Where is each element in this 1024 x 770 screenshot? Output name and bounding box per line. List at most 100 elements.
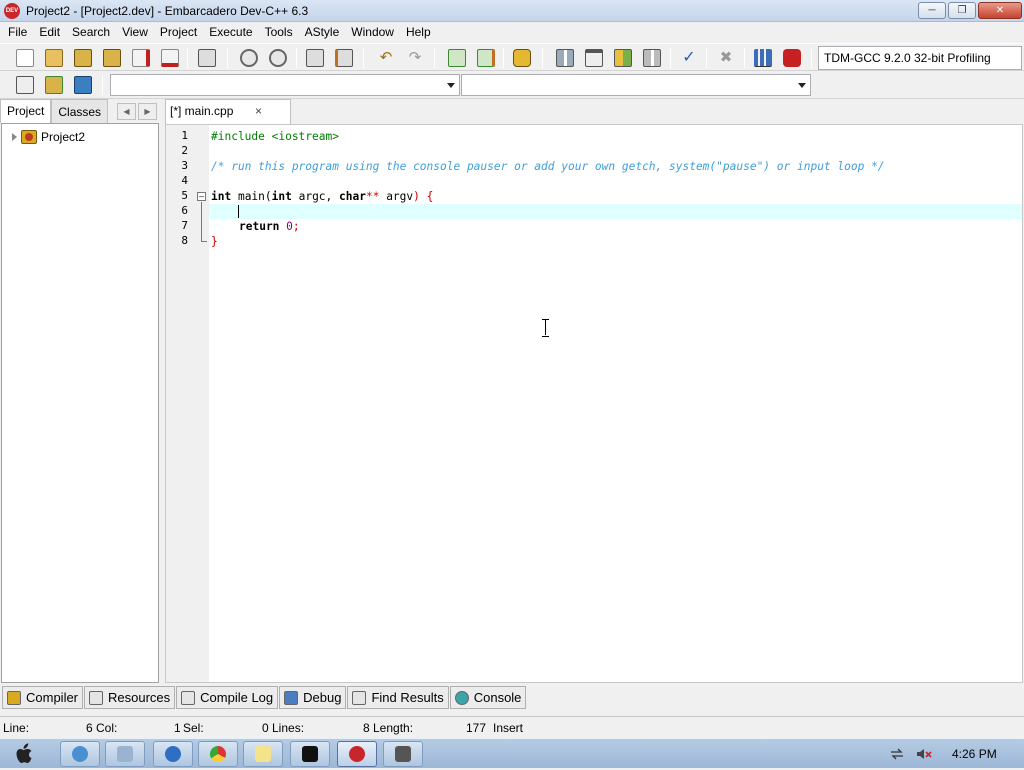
current-line-highlight (209, 204, 1022, 219)
secondary-toolbar (0, 71, 1024, 99)
network-icon[interactable] (890, 748, 904, 760)
tree-item-label: Project2 (41, 130, 86, 144)
menu-project[interactable]: Project (154, 22, 203, 42)
tab-label: Console (473, 690, 522, 705)
close-all-icon[interactable] (161, 49, 179, 67)
chevron-down-icon (447, 83, 455, 88)
devcpp-app-icon[interactable]: DEV (4, 2, 20, 19)
status-length-label: Length: (373, 721, 414, 735)
tab-project[interactable]: Project (0, 99, 52, 123)
tab-label: Resources (108, 690, 171, 705)
tree-item-project2[interactable]: Project2 (12, 130, 85, 144)
line-number: 1 (181, 129, 188, 142)
tab-resources[interactable]: Resources (84, 686, 176, 709)
new-file-icon[interactable] (16, 49, 34, 67)
indent-icon[interactable] (306, 49, 324, 67)
compile-run-icon[interactable] (614, 49, 632, 67)
run-icon[interactable] (585, 49, 603, 67)
tab-compiler[interactable]: Compiler (2, 686, 84, 709)
debug-icon (284, 690, 299, 705)
remove-from-project-icon[interactable] (477, 49, 495, 67)
line-gutter: 1 2 3 4 5 6 7 8 – (166, 125, 209, 682)
print-icon[interactable] (198, 49, 216, 67)
taskbar-clock[interactable]: 4:26 PM (952, 747, 997, 761)
open-file-icon[interactable] (45, 49, 63, 67)
line-number: 5 (181, 189, 188, 202)
line-number: 6 (181, 204, 188, 217)
taskbar-explorer-icon[interactable] (105, 741, 145, 767)
goto-line-icon[interactable] (335, 49, 353, 67)
tab-label: Find Results (371, 690, 444, 705)
status-insert-mode: Insert (493, 721, 524, 735)
taskbar-ie-icon[interactable] (153, 741, 193, 767)
fold-collapse-icon[interactable]: – (197, 192, 206, 201)
menu-help[interactable]: Help (400, 22, 437, 42)
delete-profile-icon[interactable] (783, 49, 801, 67)
status-sel-value: 0 (262, 721, 269, 735)
minimize-button[interactable]: ─ (918, 2, 946, 19)
redo-icon[interactable]: ↷ (406, 49, 424, 67)
editor-tabs: [*] main.cpp × (165, 99, 1024, 124)
undo-icon[interactable]: ↶ (377, 49, 395, 67)
menu-search[interactable]: Search (66, 22, 116, 42)
tab-console[interactable]: Console (449, 686, 527, 709)
stop-execution-icon[interactable]: ✖ (717, 49, 735, 67)
project-options-icon[interactable] (513, 49, 531, 67)
tab-main-cpp[interactable]: [*] main.cpp × (165, 99, 291, 124)
maximize-icon: ❐ (957, 5, 967, 16)
tab-compile-log[interactable]: Compile Log (176, 686, 279, 709)
compile-icon[interactable] (556, 49, 574, 67)
rebuild-all-icon[interactable] (643, 49, 661, 67)
expand-icon[interactable] (12, 133, 17, 141)
menu-view[interactable]: View (116, 22, 154, 42)
taskbar-window-icon[interactable] (383, 741, 423, 767)
tab-debug[interactable]: Debug (279, 686, 347, 709)
scroll-left-icon[interactable]: ◀ (117, 103, 136, 120)
menu-tools[interactable]: Tools (259, 22, 299, 42)
compiler-set-select[interactable]: TDM-GCC 9.2.0 32-bit Profiling (818, 46, 1022, 70)
line-number: 3 (181, 159, 188, 172)
start-apple-icon[interactable] (12, 741, 38, 767)
menu-file[interactable]: File (2, 22, 33, 42)
code-line-7: return 0; (239, 220, 300, 233)
status-col-value: 1 (174, 721, 181, 735)
add-to-project-icon[interactable] (448, 49, 466, 67)
menu-execute[interactable]: Execute (203, 22, 258, 42)
chevron-down-icon (798, 83, 806, 88)
taskbar-cmd-icon[interactable] (290, 741, 330, 767)
menu-edit[interactable]: Edit (33, 22, 66, 42)
tab-label: Debug (303, 690, 342, 705)
ibeam-cursor-icon (542, 319, 549, 337)
menu-window[interactable]: Window (345, 22, 400, 42)
close-tab-icon[interactable]: × (255, 100, 262, 123)
syntax-check-icon[interactable]: ✓ (680, 49, 698, 67)
member-browser-combo[interactable] (461, 74, 811, 96)
profile-analysis-icon[interactable] (754, 49, 772, 67)
compiler-icon (7, 690, 21, 705)
replace-icon[interactable] (269, 49, 287, 67)
menu-astyle[interactable]: AStyle (299, 22, 346, 42)
taskbar-chrome-icon[interactable] (198, 741, 238, 767)
scroll-right-icon[interactable]: ▶ (138, 103, 157, 120)
class-browser-combo[interactable] (110, 74, 460, 96)
bottom-panel-tabs: Compiler Resources Compile Log Debug Fin… (0, 686, 1024, 710)
goto-bookmark-icon[interactable] (74, 76, 92, 94)
taskbar-devcpp-icon[interactable] (337, 741, 377, 767)
status-bar: Line: 6 Col: 1 Sel: 0 Lines: 8 Length: 1… (0, 716, 1024, 738)
title-bar: DEV Project2 - [Project2.dev] - Embarcad… (0, 0, 1024, 22)
find-icon[interactable] (240, 49, 258, 67)
maximize-button[interactable]: ❐ (948, 2, 976, 19)
tab-classes[interactable]: Classes (51, 99, 109, 123)
close-button[interactable]: ✕ (978, 2, 1022, 19)
taskbar-browser-icon[interactable] (60, 741, 100, 767)
tab-find-results[interactable]: Find Results (347, 686, 449, 709)
taskbar-notes-icon[interactable] (243, 741, 283, 767)
close-file-icon[interactable] (132, 49, 150, 67)
compile-log-icon (181, 690, 196, 705)
save-icon[interactable] (74, 49, 92, 67)
toggle-bookmark-icon[interactable] (45, 76, 63, 94)
code-editor[interactable]: 1 2 3 4 5 6 7 8 – #include <iostream> /*… (165, 124, 1023, 683)
save-all-icon[interactable] (103, 49, 121, 67)
insert-icon[interactable] (16, 76, 34, 94)
volume-muted-icon[interactable] (916, 748, 932, 760)
